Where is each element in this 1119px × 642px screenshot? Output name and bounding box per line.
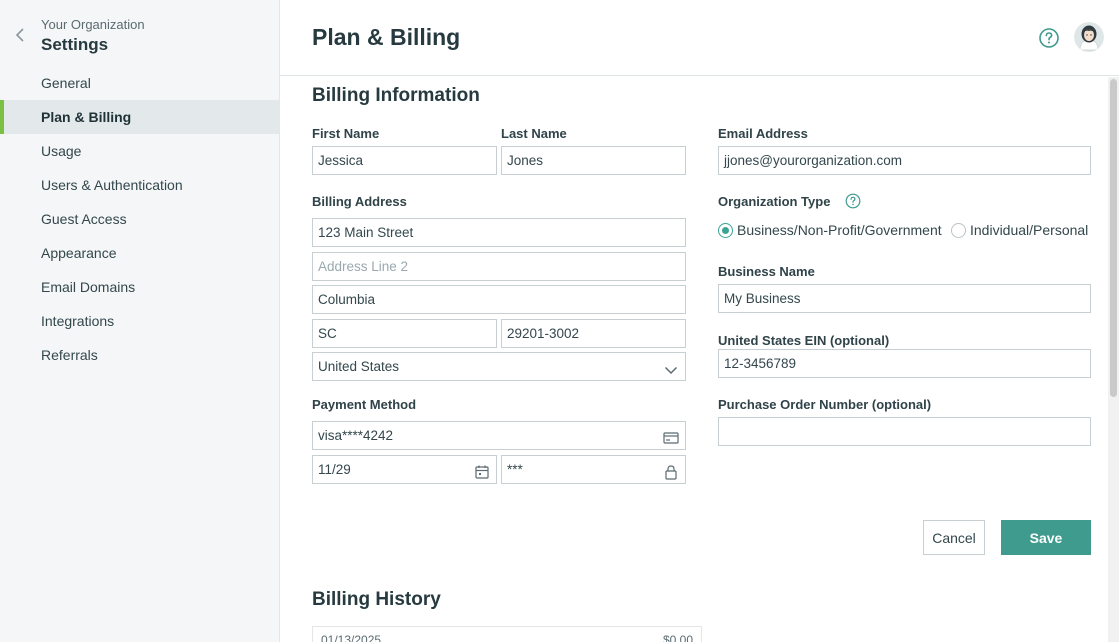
- zip-field[interactable]: 29201-3002: [501, 319, 686, 348]
- lock-icon: [663, 462, 679, 480]
- org-type-business-radio[interactable]: Business/Non-Profit/Government: [718, 222, 942, 238]
- cvc-value: ***: [507, 462, 523, 477]
- sidebar-item-plan-billing[interactable]: Plan & Billing: [0, 100, 279, 134]
- back-chevron-icon[interactable]: [12, 26, 30, 44]
- page-title: Plan & Billing: [312, 24, 461, 50]
- state-field[interactable]: SC: [312, 319, 497, 348]
- expiry-field[interactable]: 11/29: [312, 455, 497, 484]
- sidebar-item-users-authentication[interactable]: Users & Authentication: [0, 168, 279, 202]
- sidebar-item-guest-access[interactable]: Guest Access: [0, 202, 279, 236]
- chevron-down-icon: [663, 360, 679, 376]
- sidebar-item-usage[interactable]: Usage: [0, 134, 279, 168]
- first-name-label: First Name: [312, 126, 380, 141]
- ein-label: United States EIN (optional): [718, 333, 890, 348]
- org-name: Your Organization: [41, 17, 145, 32]
- avatar-icon[interactable]: [1074, 22, 1104, 52]
- address-line2-field[interactable]: Address Line 2: [312, 252, 686, 281]
- cancel-button[interactable]: Cancel: [923, 520, 985, 555]
- billing-address-label: Billing Address: [312, 194, 407, 209]
- last-name-label: Last Name: [501, 126, 567, 141]
- settings-nav: General Plan & Billing Usage Users & Aut…: [0, 66, 279, 372]
- save-button[interactable]: Save: [1001, 520, 1091, 555]
- sidebar-item-appearance[interactable]: Appearance: [0, 236, 279, 270]
- history-date: 01/13/2025: [321, 633, 382, 642]
- po-label: Purchase Order Number (optional): [718, 397, 932, 412]
- sidebar-item-referrals[interactable]: Referrals: [0, 338, 279, 372]
- page-header: Plan & Billing: [280, 0, 1119, 76]
- po-field[interactable]: [718, 417, 1091, 446]
- country-select[interactable]: United States: [312, 352, 686, 381]
- credit-card-icon: [663, 428, 679, 444]
- business-name-field[interactable]: My Business: [718, 284, 1091, 313]
- email-field[interactable]: jjones@yourorganization.com: [718, 146, 1091, 175]
- radio-selected-icon: [718, 222, 733, 238]
- org-type-individual-label: Individual/Personal: [970, 222, 1089, 238]
- country-value: United States: [318, 359, 400, 374]
- radio-unselected-icon: [951, 222, 966, 238]
- sidebar-title: Settings: [41, 35, 109, 54]
- history-amount: $0.00: [662, 633, 693, 642]
- scrollbar-thumb[interactable]: [1110, 79, 1117, 397]
- org-type-help-icon[interactable]: [845, 193, 861, 209]
- card-field[interactable]: visa****4242: [312, 421, 686, 450]
- calendar-icon: [474, 462, 490, 479]
- last-name-field[interactable]: Jones: [501, 146, 686, 175]
- history-row[interactable]: 01/13/2025 $0.00: [312, 626, 702, 642]
- card-value: visa****4242: [318, 428, 394, 443]
- email-label: Email Address: [718, 126, 808, 141]
- first-name-field[interactable]: Jessica: [312, 146, 497, 175]
- main-scrollbar[interactable]: [1108, 77, 1119, 642]
- sidebar-item-general[interactable]: General: [0, 66, 279, 100]
- expiry-value: 11/29: [318, 462, 351, 477]
- billing-history-title: Billing History: [312, 589, 441, 610]
- billing-information-title: Billing Information: [312, 85, 480, 106]
- sidebar-item-email-domains[interactable]: Email Domains: [0, 270, 279, 304]
- help-circle-icon[interactable]: [1038, 27, 1060, 49]
- org-type-business-label: Business/Non-Profit/Government: [737, 222, 942, 238]
- ein-field[interactable]: 12-3456789: [718, 349, 1091, 378]
- business-name-label: Business Name: [718, 264, 815, 279]
- org-type-individual-radio[interactable]: Individual/Personal: [951, 222, 1088, 238]
- org-type-label: Organization Type: [718, 194, 831, 209]
- cvc-field[interactable]: ***: [501, 455, 686, 484]
- sidebar-item-integrations[interactable]: Integrations: [0, 304, 279, 338]
- city-field[interactable]: Columbia: [312, 285, 686, 314]
- settings-sidebar: Your Organization Settings General Plan …: [0, 0, 280, 642]
- payment-method-label: Payment Method: [312, 397, 417, 412]
- address-line1-field[interactable]: 123 Main Street: [312, 218, 686, 247]
